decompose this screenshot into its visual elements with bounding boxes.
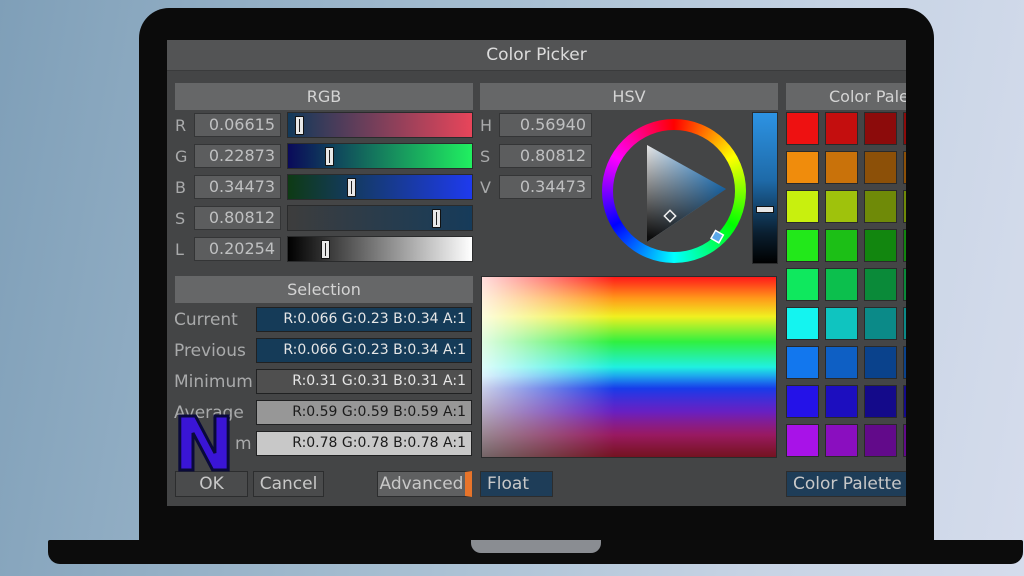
- b-slider[interactable]: [287, 174, 473, 200]
- palette-swatch[interactable]: [864, 268, 897, 301]
- previous-color-swatch[interactable]: R:0.066 G:0.23 B:0.34 A:1: [256, 338, 472, 363]
- minimum-color-swatch[interactable]: R:0.31 G:0.31 B:0.31 A:1: [256, 369, 472, 394]
- rgb-label-r: R: [175, 116, 187, 135]
- hsv-header: HSV: [480, 83, 778, 110]
- palette-swatch[interactable]: [864, 385, 897, 418]
- color-palette-button[interactable]: Color Palette: [786, 471, 906, 497]
- l-value-field[interactable]: 0.20254: [194, 237, 281, 261]
- g-slider-handle[interactable]: [325, 147, 334, 166]
- palette-swatch[interactable]: [825, 229, 858, 262]
- palette-swatch[interactable]: [825, 424, 858, 457]
- v-value-field[interactable]: 0.34473: [499, 175, 592, 199]
- palette-swatch[interactable]: [864, 346, 897, 379]
- palette-swatch[interactable]: [786, 112, 819, 145]
- saturation-slider-handle[interactable]: [432, 209, 441, 228]
- logo-n: N: [172, 402, 237, 488]
- previous-label: Previous: [174, 341, 246, 361]
- sv-triangle[interactable]: [602, 119, 746, 263]
- palette-swatch[interactable]: [903, 268, 906, 301]
- palette-swatch[interactable]: [903, 229, 906, 262]
- palette-swatch[interactable]: [864, 307, 897, 340]
- palette-swatch[interactable]: [825, 307, 858, 340]
- g-value-field[interactable]: 0.22873: [194, 144, 281, 168]
- palette-swatch[interactable]: [786, 229, 819, 262]
- palette-swatch[interactable]: [825, 112, 858, 145]
- color-spectrum[interactable]: [481, 276, 777, 458]
- saturation-slider[interactable]: [287, 205, 473, 231]
- b-slider-handle[interactable]: [347, 178, 356, 197]
- minimum-label: Minimum: [174, 372, 253, 392]
- maximum-label: m: [235, 434, 252, 454]
- hsv-label-s: S: [480, 147, 491, 166]
- cancel-button[interactable]: Cancel: [253, 471, 324, 497]
- h-value-field[interactable]: 0.56940: [499, 113, 592, 137]
- hsv-label-h: H: [480, 116, 493, 135]
- palette-swatch[interactable]: [786, 307, 819, 340]
- palette-swatch[interactable]: [903, 385, 906, 418]
- palette-swatch[interactable]: [903, 190, 906, 223]
- palette-swatch[interactable]: [864, 190, 897, 223]
- value-bar[interactable]: [752, 112, 778, 264]
- palette-swatch[interactable]: [825, 385, 858, 418]
- palette-swatch[interactable]: [825, 268, 858, 301]
- palette-swatch[interactable]: [786, 190, 819, 223]
- rgb-label-l: L: [175, 240, 184, 259]
- average-color-swatch[interactable]: R:0.59 G:0.59 B:0.59 A:1: [256, 400, 472, 425]
- palette-swatch[interactable]: [825, 346, 858, 379]
- palette-swatch[interactable]: [903, 151, 906, 184]
- rgb-label-g: G: [175, 147, 188, 166]
- maximum-color-swatch[interactable]: R:0.78 G:0.78 B:0.78 A:1: [256, 431, 472, 456]
- r-slider[interactable]: [287, 112, 473, 138]
- current-color-swatch[interactable]: R:0.066 G:0.23 B:0.34 A:1: [256, 307, 472, 332]
- palette-swatch[interactable]: [864, 424, 897, 457]
- float-button[interactable]: Float: [480, 471, 553, 497]
- palette-swatch[interactable]: [903, 346, 906, 379]
- palette-swatch[interactable]: [903, 307, 906, 340]
- advanced-button[interactable]: Advanced: [377, 471, 472, 497]
- hue-wheel[interactable]: [602, 119, 746, 263]
- palette-header: Color Pale: [786, 83, 906, 110]
- rgb-header: RGB: [175, 83, 473, 110]
- lightness-slider[interactable]: [287, 236, 473, 262]
- b-value-field[interactable]: 0.34473: [194, 175, 281, 199]
- palette-swatch[interactable]: [786, 385, 819, 418]
- palette-swatch[interactable]: [786, 151, 819, 184]
- color-picker-window: Color Picker RGB R 0.06615 G 0.22873 B 0…: [167, 40, 906, 506]
- palette-swatch[interactable]: [864, 151, 897, 184]
- selection-header: Selection: [175, 276, 473, 303]
- s-value-field[interactable]: 0.80812: [194, 206, 281, 230]
- r-slider-handle[interactable]: [295, 116, 304, 135]
- window-title: Color Picker: [167, 40, 906, 71]
- palette-swatch[interactable]: [903, 112, 906, 145]
- value-bar-handle[interactable]: [756, 206, 774, 213]
- hsv-label-v: V: [480, 178, 491, 197]
- palette-swatch[interactable]: [864, 112, 897, 145]
- palette-swatch[interactable]: [825, 190, 858, 223]
- palette-swatch[interactable]: [786, 268, 819, 301]
- laptop-notch: [471, 540, 601, 553]
- current-label: Current: [174, 310, 238, 330]
- r-value-field[interactable]: 0.06615: [194, 113, 281, 137]
- rgb-label-s: S: [175, 209, 186, 228]
- lightness-slider-handle[interactable]: [321, 240, 330, 259]
- palette-swatch[interactable]: [903, 424, 906, 457]
- g-slider[interactable]: [287, 143, 473, 169]
- palette-swatch[interactable]: [786, 346, 819, 379]
- hsv-s-value-field[interactable]: 0.80812: [499, 144, 592, 168]
- rgb-label-b: B: [175, 178, 186, 197]
- palette-swatch[interactable]: [825, 151, 858, 184]
- palette-swatch[interactable]: [786, 424, 819, 457]
- hue-marker[interactable]: [710, 229, 725, 244]
- palette-swatch[interactable]: [864, 229, 897, 262]
